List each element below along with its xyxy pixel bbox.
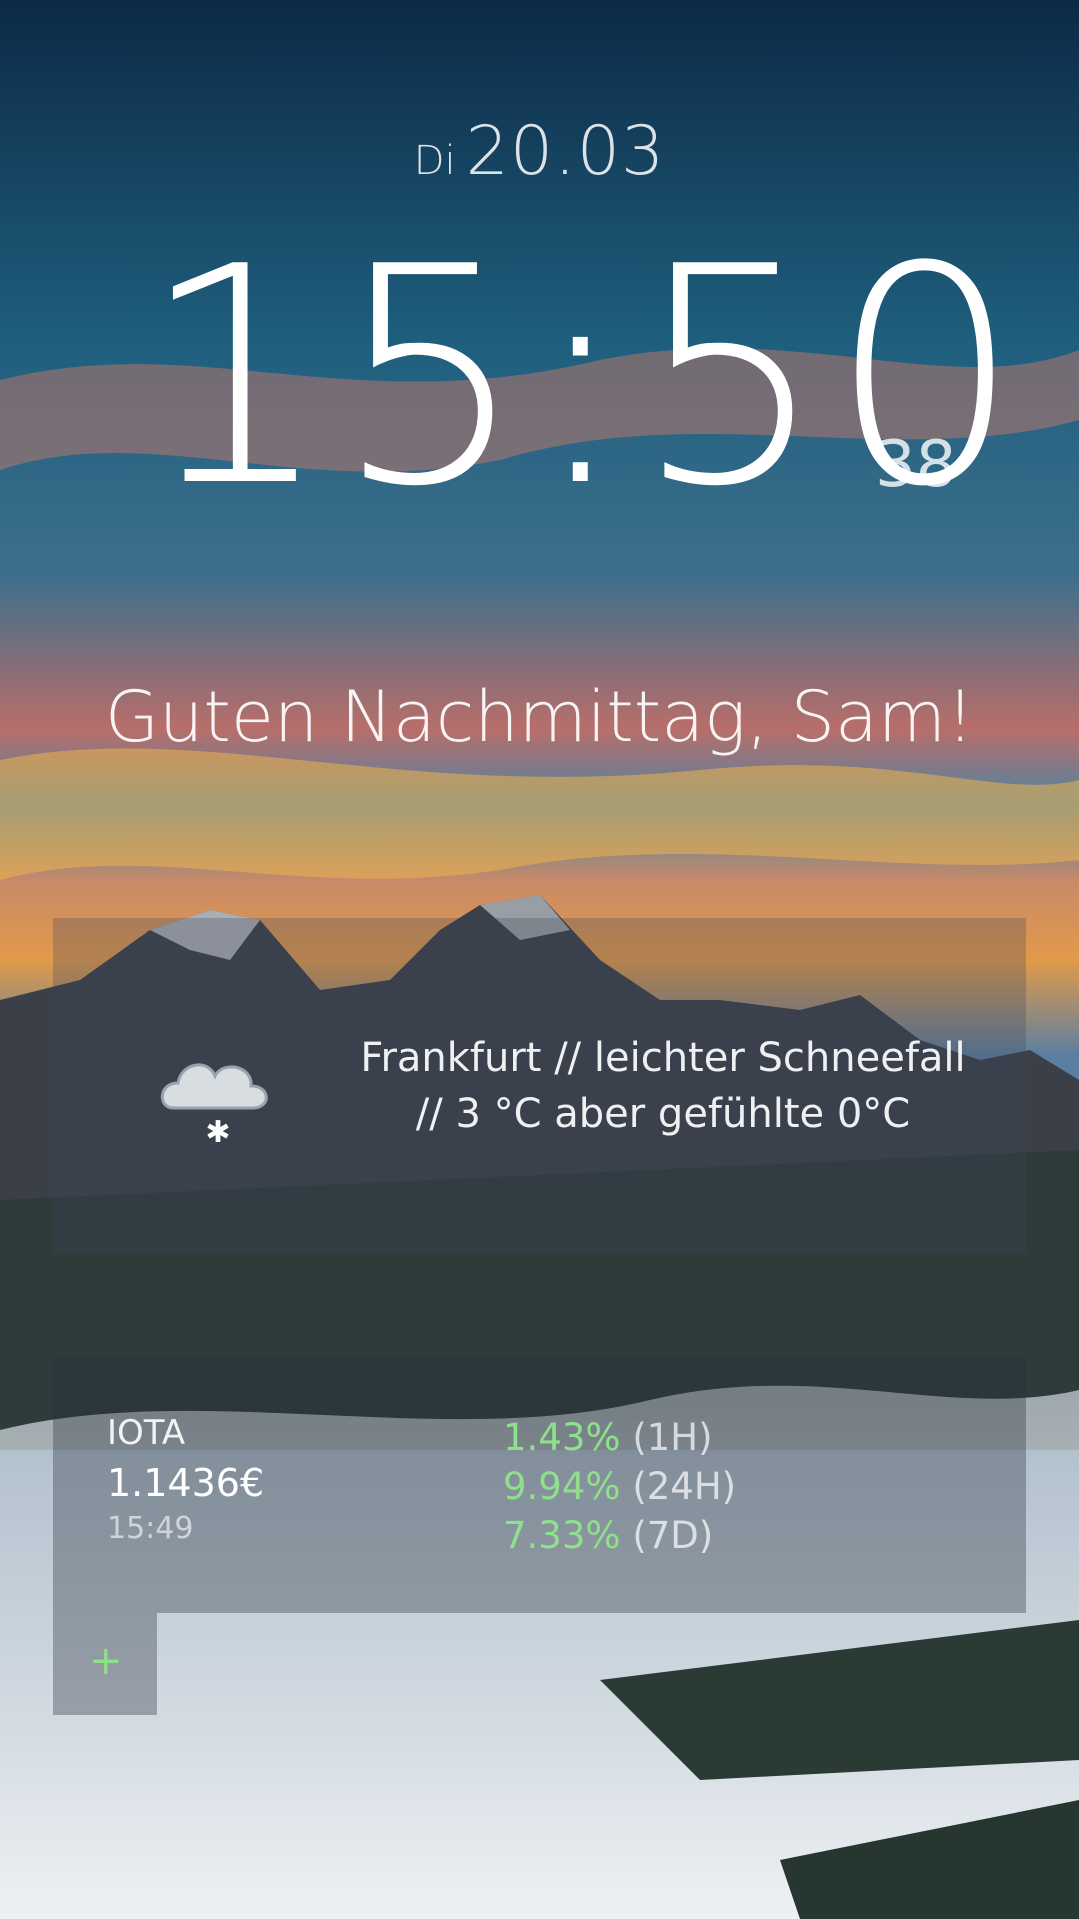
change-row-24h: 9.94% (24H)	[503, 1462, 736, 1511]
change-percent: 7.33%	[503, 1514, 621, 1557]
change-percent: 1.43%	[503, 1416, 621, 1459]
change-period: (1H)	[632, 1416, 713, 1459]
change-row-1h: 1.43% (1H)	[503, 1413, 736, 1462]
change-row-7d: 7.33% (7D)	[503, 1511, 736, 1560]
crypto-ticker-card[interactable]: IOTA 1.1436€ 15:49 1.43% (1H) 9.94% (24H…	[53, 1358, 1026, 1613]
change-percent: 9.94%	[503, 1465, 621, 1508]
day-month: 20.03	[465, 112, 666, 191]
crypto-update-time: 15:49	[107, 1511, 194, 1546]
add-widget-button[interactable]: +	[53, 1613, 157, 1715]
weekday: Di	[413, 138, 456, 184]
change-period: (24H)	[632, 1465, 737, 1508]
crypto-price: 1.1436€	[107, 1461, 265, 1505]
greeting-text: Guten Nachmittag, Sam!	[104, 676, 975, 758]
crypto-changes: 1.43% (1H) 9.94% (24H) 7.33% (7D)	[503, 1413, 736, 1560]
date-display: Di 20.03	[0, 112, 1079, 191]
change-period: (7D)	[632, 1514, 714, 1557]
weather-line-location: Frankfurt // leichter Schneefall	[360, 1035, 966, 1081]
plus-icon: +	[89, 1638, 123, 1684]
svg-text:✱: ✱	[205, 1115, 230, 1148]
weather-summary: Frankfurt // leichter Schneefall // 3 °C…	[313, 1030, 1013, 1142]
weather-card[interactable]: ✱ Frankfurt // leichter Schneefall // 3 …	[53, 918, 1026, 1254]
crypto-name: IOTA	[107, 1413, 186, 1453]
weather-line-temperature: // 3 °C aber gefühlte 0°C	[415, 1091, 911, 1137]
clock-seconds: 38	[875, 428, 957, 502]
cloud-snow-icon: ✱	[160, 1063, 268, 1148]
